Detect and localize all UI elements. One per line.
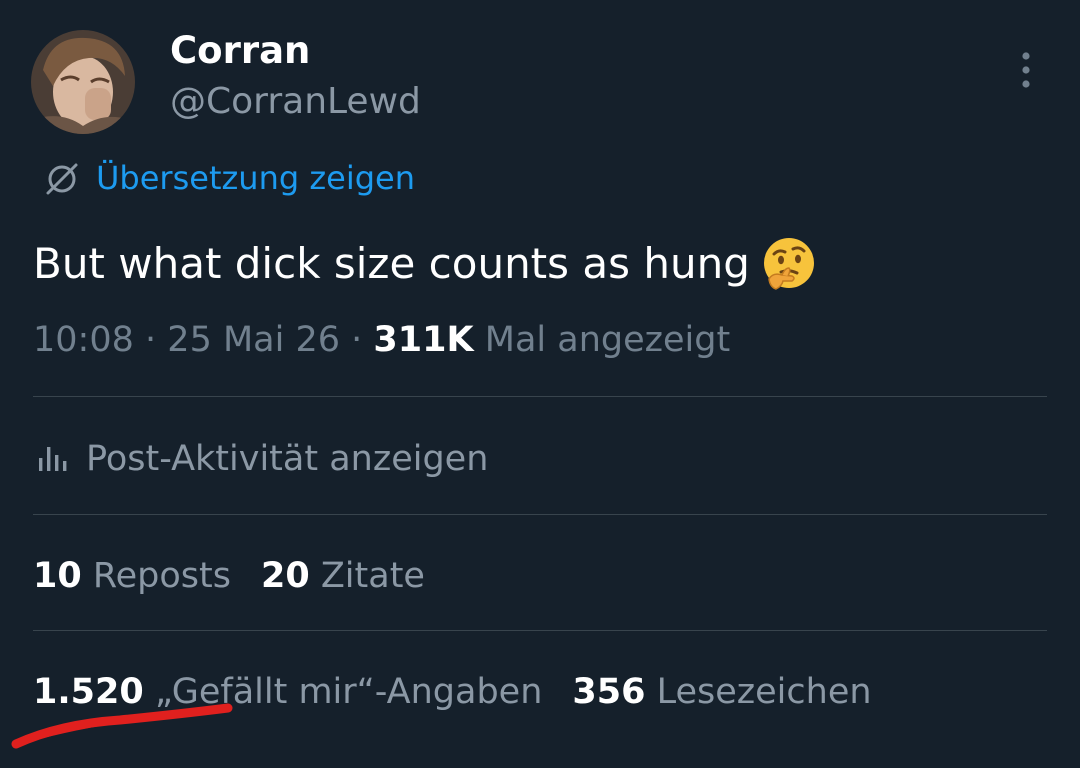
engagement-stats-row: 10 Reposts 20 Zitate bbox=[33, 552, 425, 600]
bookmarks-stat[interactable]: 356 Lesezeichen bbox=[572, 672, 871, 712]
bookmarks-label: Lesezeichen bbox=[656, 672, 872, 712]
tweet-time[interactable]: 10:08 bbox=[33, 320, 134, 360]
meta-separator: · bbox=[145, 320, 157, 360]
translate-button[interactable]: Übersetzung zeigen bbox=[42, 156, 415, 200]
more-vertical-icon bbox=[1022, 52, 1030, 88]
quotes-label: Zitate bbox=[320, 556, 425, 596]
tweet-date[interactable]: 25 Mai 26 bbox=[167, 320, 340, 360]
reposts-stat[interactable]: 10 Reposts bbox=[33, 556, 231, 596]
thinking-face-icon bbox=[763, 238, 814, 290]
meta-separator: · bbox=[351, 320, 363, 360]
reposts-label: Reposts bbox=[92, 556, 231, 596]
red-underline-annotation bbox=[11, 703, 233, 749]
tweet-meta: 10:08 · 25 Mai 26 · 311K Mal angezeigt bbox=[33, 316, 730, 364]
divider bbox=[33, 630, 1047, 631]
bookmarks-count: 356 bbox=[572, 672, 646, 712]
divider bbox=[33, 514, 1047, 515]
tweet-text: But what dick size counts as hung bbox=[33, 234, 818, 294]
views-count: 311K bbox=[373, 320, 474, 360]
translate-label[interactable]: Übersetzung zeigen bbox=[96, 156, 415, 200]
quotes-count: 20 bbox=[260, 556, 310, 596]
author-display-name[interactable]: Corran bbox=[170, 28, 310, 74]
post-activity-label: Post-Aktivität anzeigen bbox=[86, 439, 489, 479]
avatar-image bbox=[31, 30, 135, 134]
divider bbox=[33, 396, 1047, 397]
avatar[interactable] bbox=[31, 30, 135, 134]
views-label: Mal angezeigt bbox=[484, 320, 731, 360]
author-handle[interactable]: @CorranLewd bbox=[170, 79, 421, 125]
reposts-count: 10 bbox=[33, 556, 82, 596]
post-activity-button[interactable]: Post-Aktivität anzeigen bbox=[36, 436, 488, 482]
tweet-body: But what dick size counts as hung bbox=[33, 239, 750, 288]
quotes-stat[interactable]: 20 Zitate bbox=[261, 556, 425, 596]
more-options-button[interactable] bbox=[1008, 48, 1044, 92]
globe-slash-icon bbox=[46, 163, 78, 195]
bar-chart-icon bbox=[39, 447, 67, 471]
